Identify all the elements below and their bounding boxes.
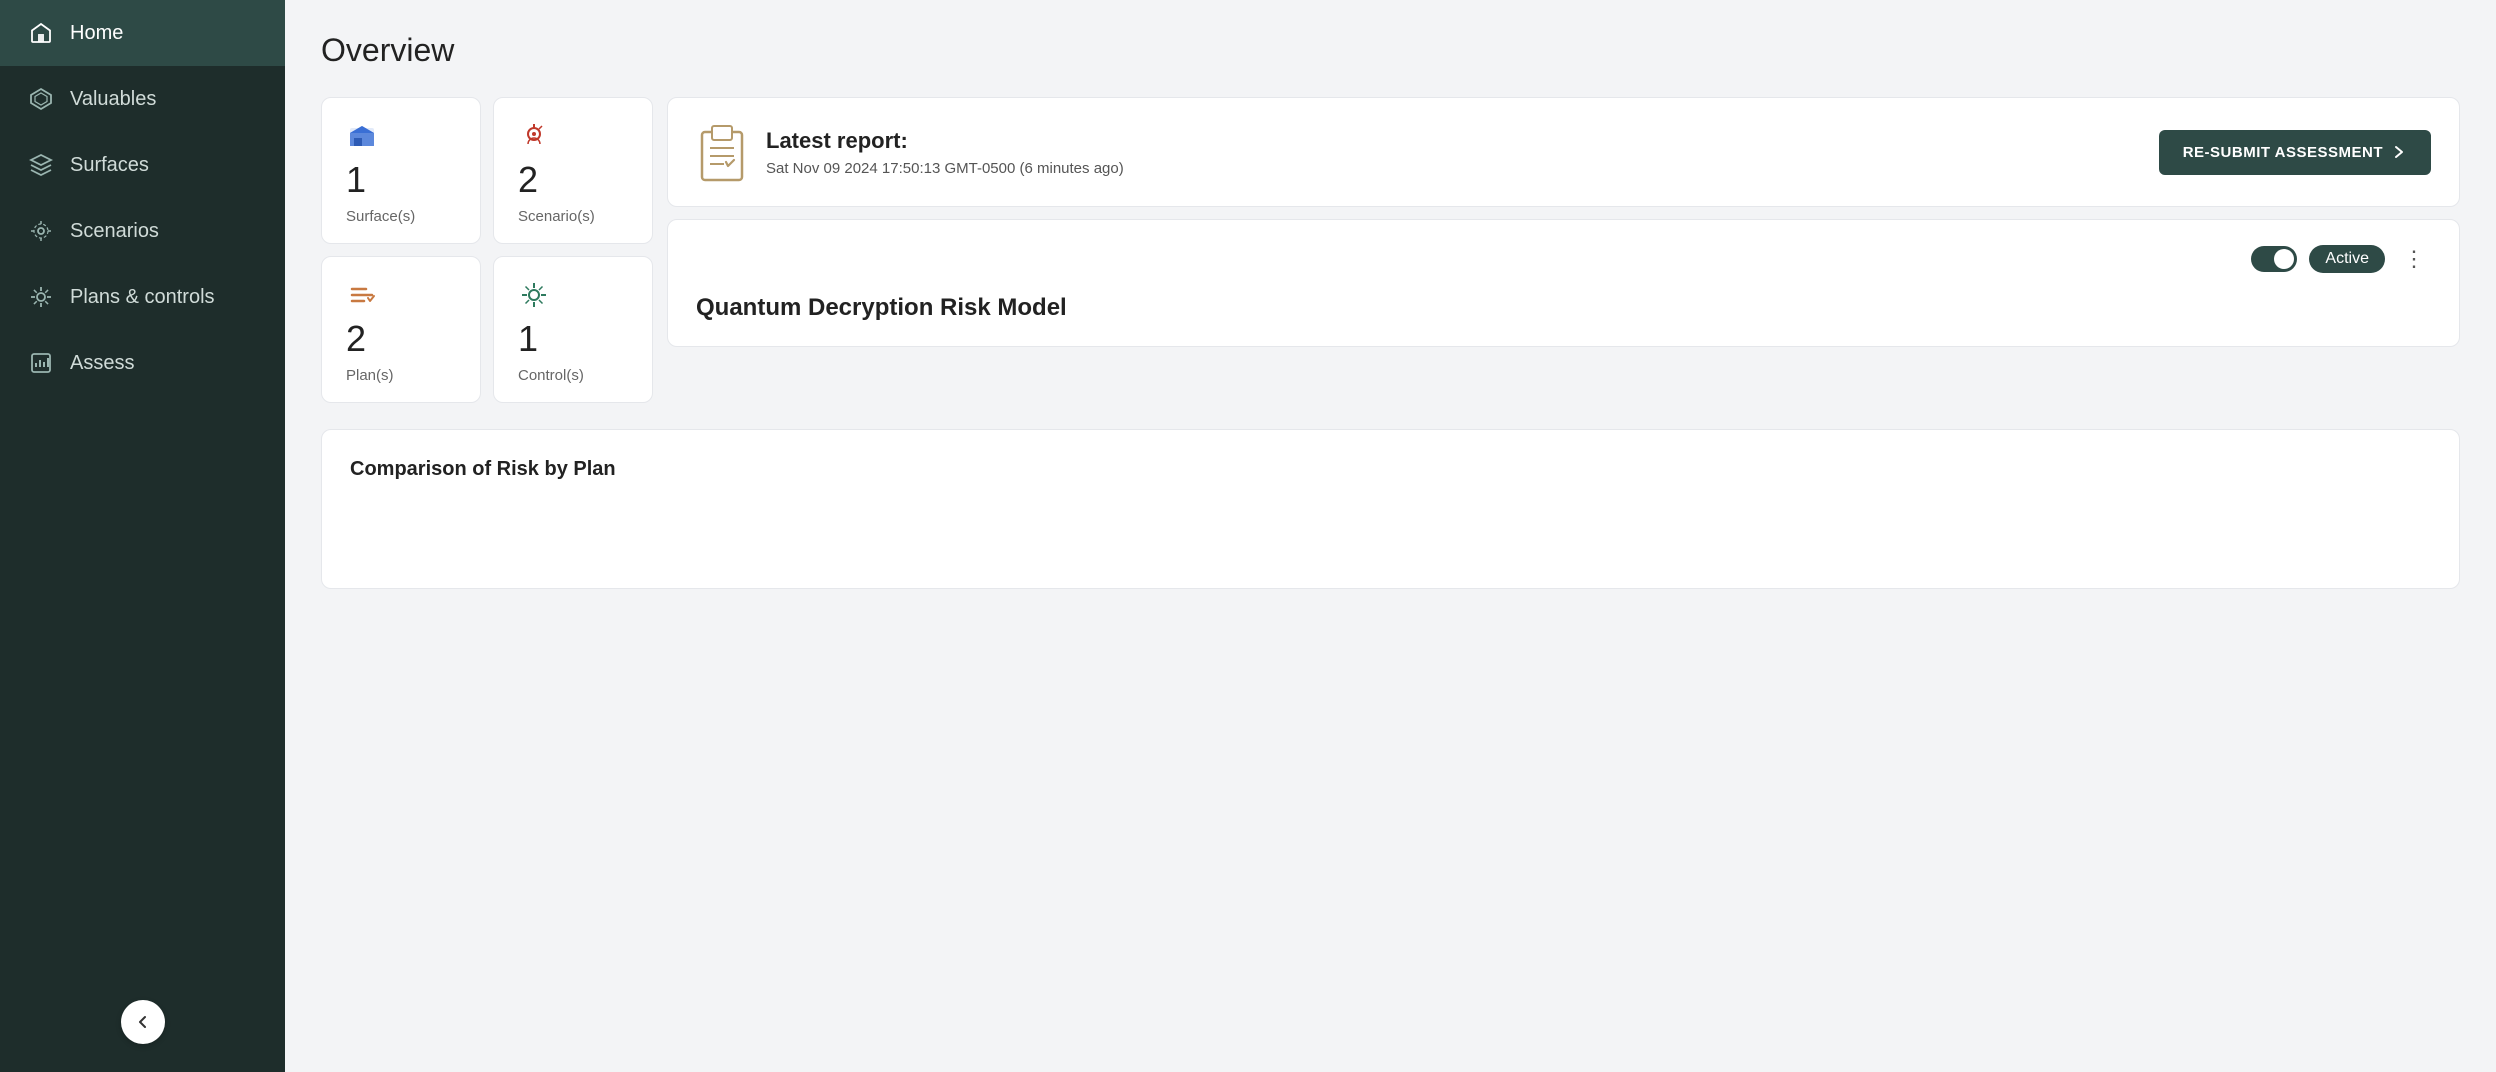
stat-card-plans: 2 Plan(s) [321,256,481,403]
model-card-header: Active ⋮ [696,244,2431,274]
sidebar-item-home[interactable]: Home [0,0,285,66]
resubmit-button[interactable]: RE-SUBMIT ASSESSMENT [2159,130,2431,175]
scenarios-label: Scenario(s) [518,208,628,225]
clipboard-icon [696,122,748,182]
surfaces-stat-icon [346,120,378,152]
assess-icon [28,350,54,376]
right-panel: Latest report: Sat Nov 09 2024 17:50:13 … [667,97,2460,415]
scenarios-stat-icon [518,120,550,152]
sidebar-item-surfaces-label: Surfaces [70,154,149,177]
controls-stat-icon [518,279,550,311]
sidebar: Home Valuables Surfaces [0,0,285,1072]
report-card: Latest report: Sat Nov 09 2024 17:50:13 … [667,97,2460,207]
main-content: Overview 1 Surface(s) [285,0,2496,1072]
plans-stat-icon [346,279,378,311]
sidebar-item-plans-controls[interactable]: Plans & controls [0,264,285,330]
stat-card-controls: 1 Control(s) [493,256,653,403]
scenarios-count: 2 [518,162,628,198]
home-icon [28,20,54,46]
stat-card-surfaces: 1 Surface(s) [321,97,481,244]
controls-label: Control(s) [518,367,628,384]
stats-grid: 1 Surface(s) 2 Scenario(s) [321,97,653,403]
sidebar-item-surfaces[interactable]: Surfaces [0,132,285,198]
sidebar-collapse-button[interactable] [121,1000,165,1044]
surfaces-count: 1 [346,162,456,198]
stat-card-scenarios: 2 Scenario(s) [493,97,653,244]
plans-label: Plan(s) [346,367,456,384]
report-info: Latest report: Sat Nov 09 2024 17:50:13 … [766,128,1124,177]
surfaces-label: Surface(s) [346,208,456,225]
sidebar-item-plans-label: Plans & controls [70,286,215,309]
page-title: Overview [321,32,2460,69]
sidebar-item-home-label: Home [70,22,123,45]
sidebar-item-valuables-label: Valuables [70,88,156,111]
more-options-button[interactable]: ⋮ [2397,244,2431,274]
plans-count: 2 [346,321,456,357]
sidebar-item-assess-label: Assess [70,352,134,375]
active-badge: Active [2309,245,2385,273]
controls-count: 1 [518,321,628,357]
sidebar-item-assess[interactable]: Assess [0,330,285,396]
scenarios-icon [28,218,54,244]
comparison-card: Comparison of Risk by Plan [321,429,2460,589]
report-card-left: Latest report: Sat Nov 09 2024 17:50:13 … [696,122,1124,182]
sidebar-item-scenarios-label: Scenarios [70,220,159,243]
sidebar-item-scenarios[interactable]: Scenarios [0,198,285,264]
sidebar-item-valuables[interactable]: Valuables [0,66,285,132]
report-title: Latest report: [766,128,1124,154]
model-card: Active ⋮ Quantum Decryption Risk Model [667,219,2460,347]
plans-controls-icon [28,284,54,310]
top-area: 1 Surface(s) 2 Scenario(s) [321,97,2460,415]
model-name: Quantum Decryption Risk Model [696,294,2431,322]
valuables-icon [28,86,54,112]
report-date: Sat Nov 09 2024 17:50:13 GMT-0500 (6 min… [766,160,1124,177]
surfaces-icon [28,152,54,178]
comparison-title: Comparison of Risk by Plan [350,458,2431,481]
active-toggle[interactable] [2251,246,2297,272]
